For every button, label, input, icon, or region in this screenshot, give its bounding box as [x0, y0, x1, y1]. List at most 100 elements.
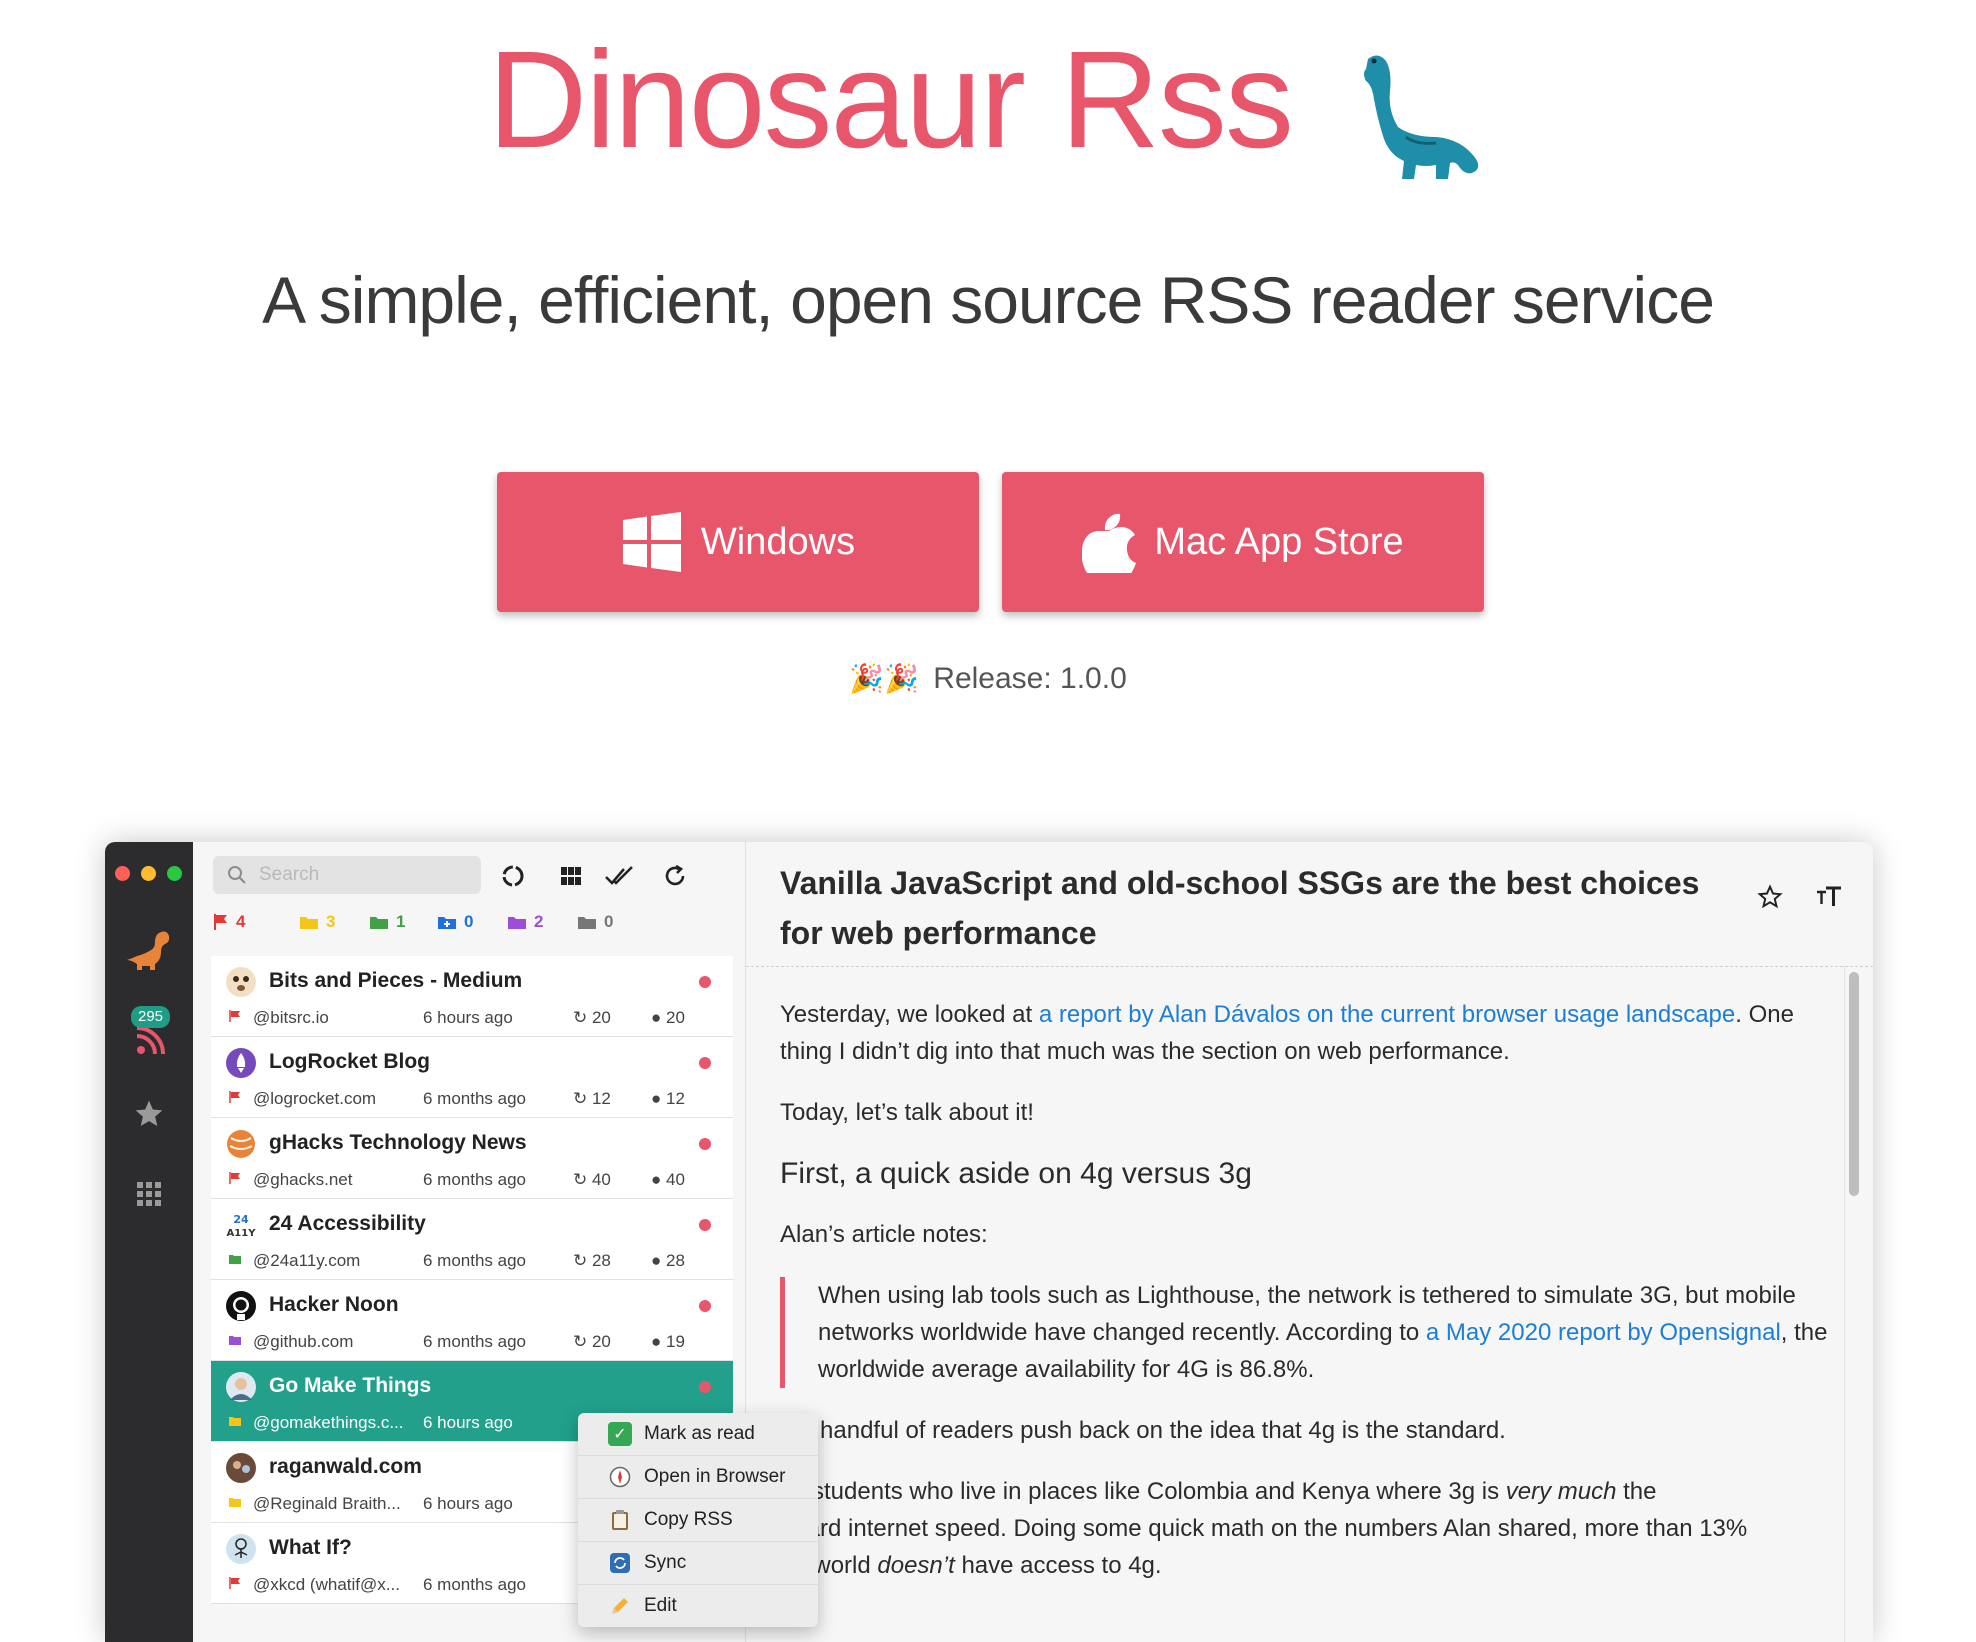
dock-starred[interactable]: [105, 1098, 193, 1130]
filter-starred-folder[interactable]: 3: [299, 912, 335, 932]
article-body: Yesterday, we looked at a report by Alan…: [780, 996, 1830, 1584]
feed-name: raganwald.com: [269, 1455, 422, 1478]
feed-row[interactable]: 24 A11Y 24 Accessibility @24a11y.com 6 mo…: [211, 1199, 733, 1280]
filter-bar: 4 3 1 0 2 0: [213, 912, 713, 942]
unread-dot: [699, 976, 711, 988]
folder-icon: [508, 917, 526, 929]
report-link[interactable]: a report by Alan Dávalos on the current …: [1039, 1001, 1735, 1028]
refresh-small-icon: ↻: [573, 1170, 592, 1189]
app-sidebar-dock: 295: [105, 842, 193, 1642]
search-box[interactable]: [213, 856, 481, 894]
unread-count: ● 28: [651, 1251, 685, 1270]
scrollbar-thumb[interactable]: [1849, 972, 1859, 1196]
article-paragraph: d a handful of readers push back on the …: [780, 1417, 1506, 1444]
opensignal-link[interactable]: a May 2020 report by Opensignal: [1426, 1319, 1781, 1346]
flag-icon: [214, 914, 227, 930]
feed-handle: @logrocket.com: [253, 1089, 377, 1108]
mark-as-read-menu-item[interactable]: ✓ Mark as read: [578, 1413, 818, 1456]
flag-icon: [229, 1172, 240, 1184]
folder-star-icon: [300, 917, 318, 929]
checkmark-icon: ✓: [608, 1422, 632, 1446]
app-window: 295 Search 4 3 1 0 2 0 Bits and Pieces -…: [105, 842, 1873, 1642]
mac-app-store-button[interactable]: Mac App Store: [1002, 472, 1484, 612]
circle-small-icon: ●: [651, 1251, 666, 1270]
windows-logo-icon: [622, 512, 681, 572]
feed-name: gHacks Technology News: [269, 1131, 527, 1154]
unread-count: ● 12: [651, 1089, 685, 1108]
edit-menu-item[interactable]: Edit: [578, 1585, 818, 1627]
folder-person-icon: [370, 917, 388, 929]
xkcd-avatar-icon: [226, 1534, 256, 1564]
folder-plus-icon: [438, 917, 456, 929]
filter-gray-folder[interactable]: 0: [577, 912, 613, 932]
unread-badge: 295: [131, 1006, 171, 1028]
window-close-button[interactable]: [115, 866, 130, 881]
filter-flagged[interactable]: 4: [213, 912, 245, 932]
feed-context-menu: ✓ Mark as read Open in Browser Copy RSS …: [578, 1413, 818, 1627]
circle-small-icon: ●: [651, 1170, 666, 1189]
feed-time: 6 months ago: [423, 1251, 527, 1270]
compass-icon: [608, 1465, 632, 1489]
release-info: 🎉🎉 Release: 1.0.0: [0, 662, 1976, 696]
filter-purple-folder[interactable]: 2: [507, 912, 543, 932]
refresh-count: ↻ 28: [573, 1251, 611, 1270]
filter-starred-folder-count: 3: [326, 912, 336, 931]
copy-rss-menu-item[interactable]: Copy RSS: [578, 1499, 818, 1542]
dinosaur-icon: [1364, 54, 1479, 179]
search-input[interactable]: [257, 863, 461, 887]
dinosaur-logo-icon: [127, 931, 170, 970]
feed-row[interactable]: Hacker Noon @github.com 6 months ago ↻ 2…: [211, 1280, 733, 1361]
font-size-button[interactable]: [1815, 884, 1843, 915]
flag-icon: [229, 1091, 240, 1103]
filter-new-folder-count: 0: [464, 912, 474, 931]
dock-home[interactable]: [105, 928, 193, 972]
feed-handle: @xkcd (whatif@x...: [253, 1575, 400, 1594]
filter-person-folder[interactable]: 1: [369, 912, 405, 932]
article-paragraph: Yesterday, we looked at a report by Alan…: [780, 1001, 1794, 1065]
feed-handle: @github.com: [253, 1332, 354, 1351]
unread-count: ● 19: [651, 1332, 685, 1351]
window-minimize-button[interactable]: [141, 866, 156, 881]
feed-row[interactable]: LogRocket Blog @logrocket.com 6 months a…: [211, 1037, 733, 1118]
open-in-browser-menu-item[interactable]: Open in Browser: [578, 1456, 818, 1499]
release-version: Release: 1.0.0: [933, 662, 1127, 695]
feed-row[interactable]: gHacks Technology News @ghacks.net 6 mon…: [211, 1118, 733, 1199]
feed-name: LogRocket Blog: [269, 1050, 430, 1073]
refresh-feeds-button[interactable]: [497, 860, 529, 892]
feed-handle: @bitsrc.io: [253, 1008, 329, 1027]
mark-all-read-button[interactable]: [603, 860, 635, 892]
circle-small-icon: ●: [651, 1008, 666, 1027]
feed-time: 6 months ago: [423, 1332, 527, 1351]
refresh-count: ↻ 40: [573, 1170, 611, 1189]
feed-time: 6 months ago: [423, 1170, 527, 1189]
ghacks-logo-icon: [227, 1130, 255, 1158]
star-article-button[interactable]: [1757, 884, 1783, 915]
sync-icon: [608, 1551, 632, 1575]
grid-icon: [137, 1182, 161, 1206]
article-subheading: First, a quick aside on 4g versus 3g: [780, 1157, 1252, 1190]
refresh-small-icon: ↻: [573, 1251, 592, 1270]
reload-icon: [665, 864, 685, 886]
party-popper-icon: 🎉🎉: [849, 663, 919, 694]
sync-menu-item[interactable]: Sync: [578, 1542, 818, 1585]
sync-button[interactable]: [659, 860, 691, 892]
star-icon: [135, 1100, 163, 1126]
feed-handle: @Reginald Braith...: [253, 1494, 401, 1513]
refresh-count: ↻ 20: [573, 1332, 611, 1351]
rss-icon: [136, 1026, 165, 1055]
unread-dot: [699, 1219, 711, 1231]
grid-view-button[interactable]: [555, 860, 587, 892]
filter-purple-folder-count: 2: [534, 912, 544, 931]
article-title: Vanilla JavaScript and old-school SSGs a…: [780, 865, 1700, 951]
article-paragraph: Today, let’s talk about it!: [780, 1099, 1034, 1126]
window-zoom-button[interactable]: [167, 866, 182, 881]
tagline: A simple, efficient, open source RSS rea…: [262, 263, 1715, 337]
windows-download-label: Windows: [700, 520, 856, 563]
feed-row[interactable]: Bits and Pieces - Medium @bitsrc.io 6 ho…: [211, 956, 733, 1037]
unread-count: ● 40: [651, 1170, 685, 1189]
windows-download-button[interactable]: Windows: [497, 472, 979, 612]
unread-dot: [699, 1381, 711, 1393]
dock-apps[interactable]: [105, 1180, 193, 1208]
mac-app-store-label: Mac App Store: [1154, 520, 1404, 563]
filter-new-folder[interactable]: 0: [437, 912, 473, 932]
